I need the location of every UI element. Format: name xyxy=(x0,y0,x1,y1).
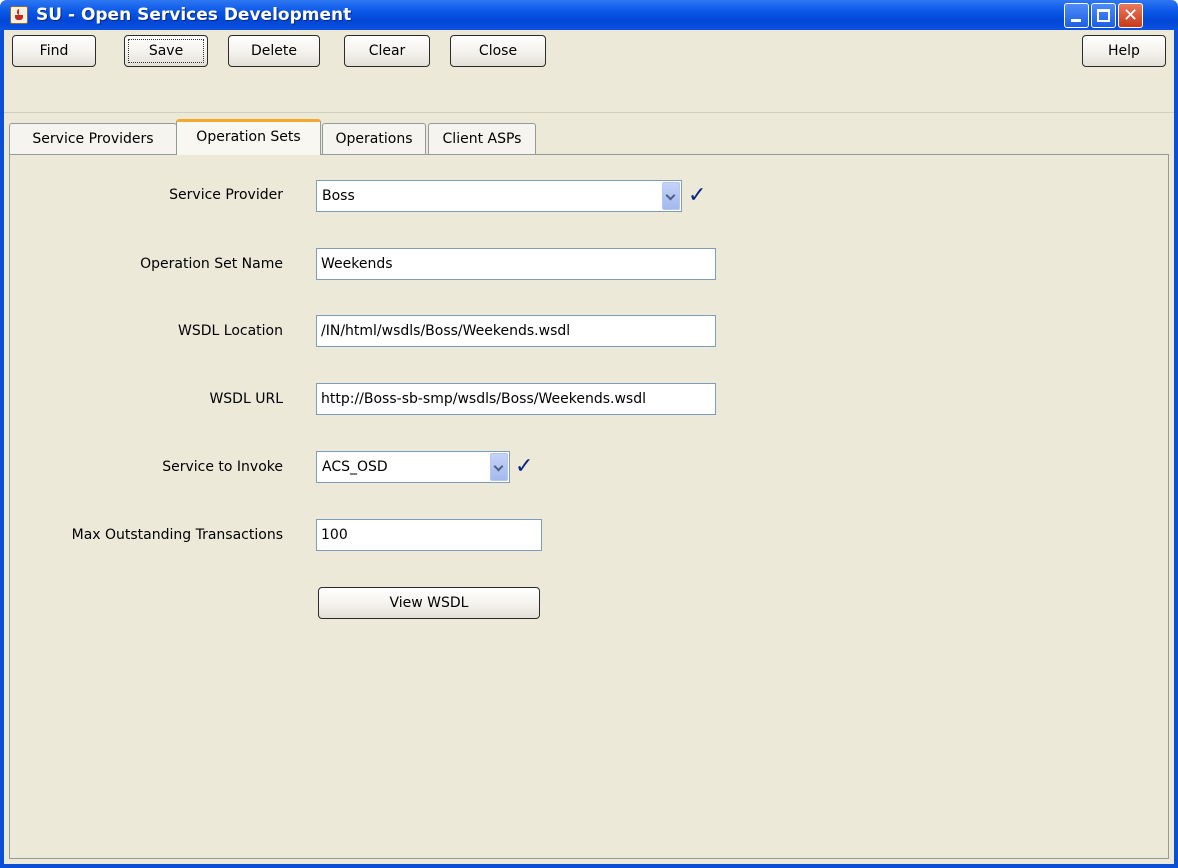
toolbar-divider xyxy=(4,112,1174,113)
checkmark-icon: ✓ xyxy=(515,454,534,479)
minimize-icon xyxy=(1071,19,1081,22)
close-icon: ✕ xyxy=(1122,5,1139,26)
find-button[interactable]: Find xyxy=(12,35,96,67)
service-provider-select[interactable]: Boss xyxy=(316,180,682,212)
close-window-button[interactable]: ✕ xyxy=(1118,3,1143,28)
wsdl-location-field[interactable]: /IN/html/wsdls/Boss/Weekends.wsdl xyxy=(316,315,716,347)
service-provider-value: Boss xyxy=(322,188,355,204)
tab-operations[interactable]: Operations xyxy=(322,123,426,154)
service-to-invoke-select[interactable]: ACS_OSD xyxy=(316,451,510,483)
service-to-invoke-label: Service to Invoke xyxy=(162,459,283,475)
chevron-down-icon[interactable] xyxy=(662,182,680,210)
service-provider-label: Service Provider xyxy=(169,187,283,203)
application-window: SU - Open Services Development ✕ Find Sa… xyxy=(0,0,1178,868)
clear-button[interactable]: Clear xyxy=(344,35,430,67)
chevron-down-icon[interactable] xyxy=(490,453,508,481)
max-outstanding-transactions-field[interactable]: 100 xyxy=(316,519,542,551)
operation-set-name-field[interactable]: Weekends xyxy=(316,248,716,280)
view-wsdl-button[interactable]: View WSDL xyxy=(318,587,540,619)
checkmark-icon: ✓ xyxy=(688,183,707,208)
wsdl-url-field[interactable]: http://Boss-sb-smp/wsdls/Boss/Weekends.w… xyxy=(316,383,716,415)
maximize-button[interactable] xyxy=(1091,3,1116,28)
tab-client-asps[interactable]: Client ASPs xyxy=(428,123,536,154)
window-title: SU - Open Services Development xyxy=(36,5,352,25)
wsdl-url-value: http://Boss-sb-smp/wsdls/Boss/Weekends.w… xyxy=(321,391,646,407)
close-button[interactable]: Close xyxy=(450,35,546,67)
minimize-button[interactable] xyxy=(1064,3,1089,28)
max-outstanding-transactions-label: Max Outstanding Transactions xyxy=(71,527,283,543)
help-button[interactable]: Help xyxy=(1082,35,1166,67)
tab-operation-sets[interactable]: Operation Sets xyxy=(176,119,321,155)
tab-service-providers[interactable]: Service Providers xyxy=(9,123,177,154)
operation-set-name-label: Operation Set Name xyxy=(140,256,283,272)
delete-button[interactable]: Delete xyxy=(228,35,320,67)
maximize-icon xyxy=(1097,9,1110,22)
wsdl-url-label: WSDL URL xyxy=(209,391,283,407)
java-app-icon xyxy=(10,6,28,24)
service-to-invoke-value: ACS_OSD xyxy=(322,459,388,475)
save-button[interactable]: Save xyxy=(124,35,208,67)
title-bar[interactable]: SU - Open Services Development ✕ xyxy=(0,0,1178,30)
wsdl-location-label: WSDL Location xyxy=(178,323,283,339)
